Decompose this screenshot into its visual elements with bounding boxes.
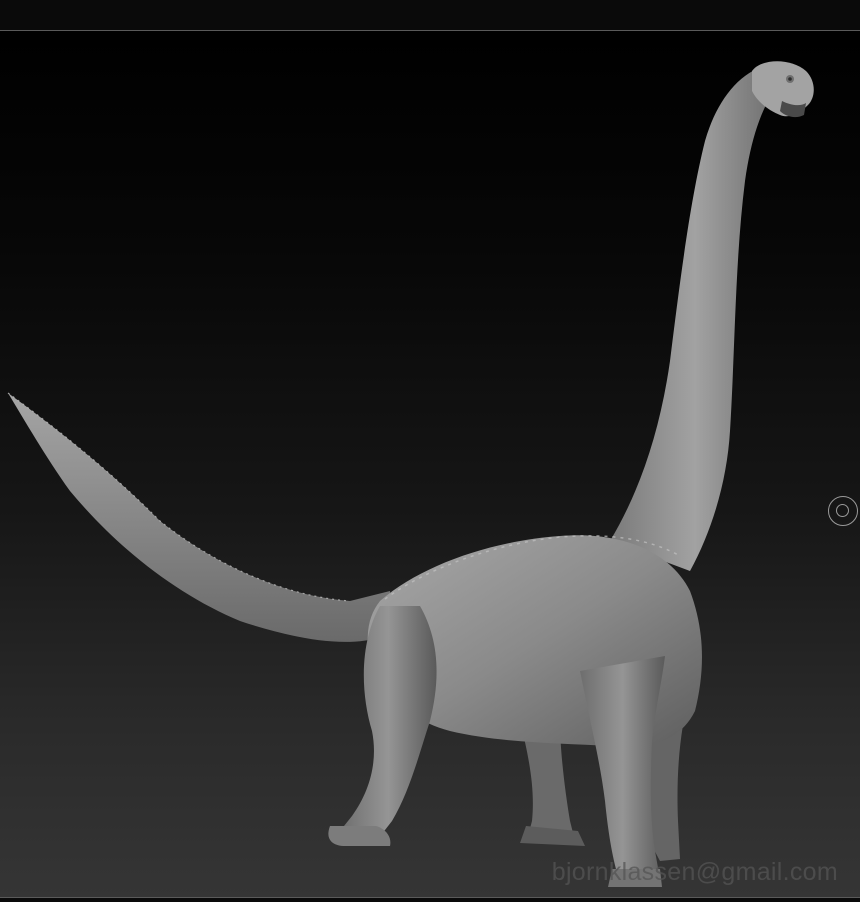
neck xyxy=(610,67,780,571)
pivot-handle-center xyxy=(836,504,849,517)
pivot-handle-icon[interactable] xyxy=(828,496,858,526)
near-hind-foot xyxy=(328,826,391,846)
bottom-toolbar-strip xyxy=(0,898,860,902)
tail xyxy=(8,393,395,642)
zbrush-canvas-window: bjornklassen@gmail.com xyxy=(0,0,860,902)
watermark-text: bjornklassen@gmail.com xyxy=(551,858,838,886)
top-toolbar-strip xyxy=(0,0,860,30)
document-viewport[interactable]: bjornklassen@gmail.com xyxy=(0,31,860,897)
sculpted-model[interactable] xyxy=(0,31,860,897)
